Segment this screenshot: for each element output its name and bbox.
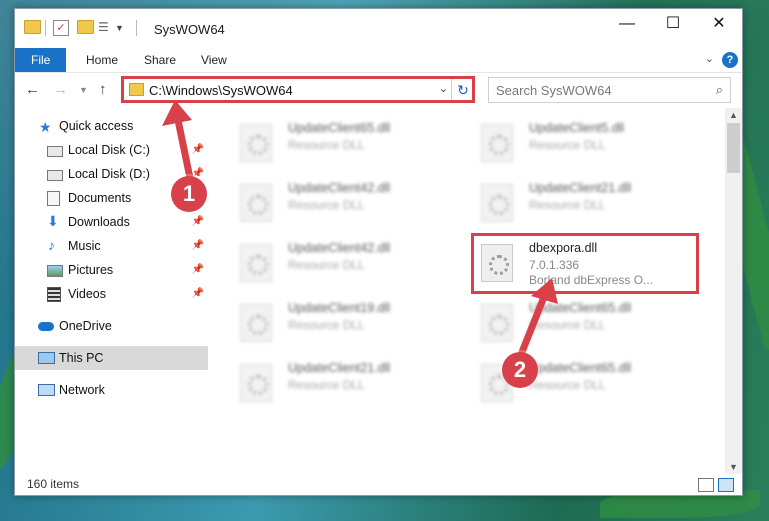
annotation-arrows [162,100,558,356]
arrow-to-file [518,278,558,356]
arrow-to-address-bar [162,100,194,182]
callout-step-2: 2 [502,352,538,388]
callout-step-1: 1 [171,176,207,212]
